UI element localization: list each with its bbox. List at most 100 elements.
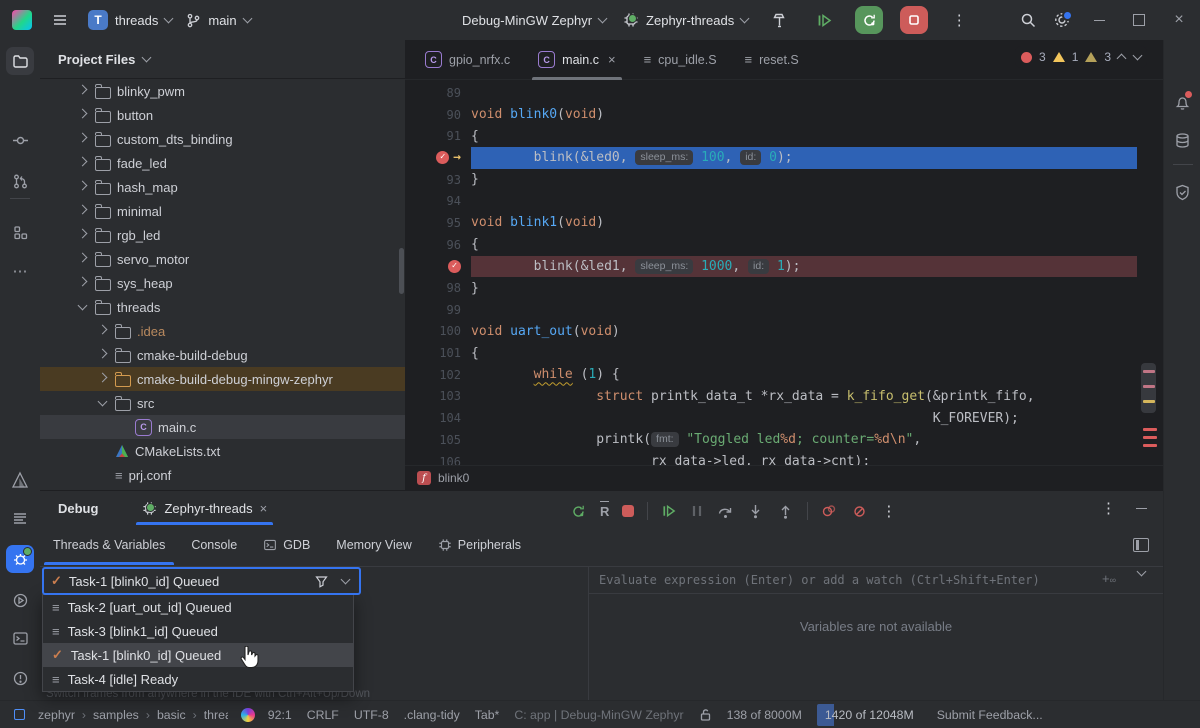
- close-tab-icon[interactable]: ×: [260, 501, 268, 516]
- tree-chevron-icon[interactable]: [75, 113, 89, 117]
- gutter[interactable]: 93: [405, 173, 471, 187]
- vcs-branch-widget[interactable]: main: [186, 13, 250, 28]
- gutter[interactable]: 100: [405, 324, 471, 338]
- gutter[interactable]: 90: [405, 108, 471, 122]
- tree-row[interactable]: .idea: [40, 319, 405, 343]
- logs-tool-button[interactable]: [6, 504, 34, 532]
- more-tools-button[interactable]: ⋯: [6, 257, 34, 285]
- rerun-debug-icon[interactable]: [570, 503, 587, 520]
- tree-row[interactable]: button: [40, 103, 405, 127]
- memory-indicator[interactable]: 1420 of 12048M: [817, 704, 922, 726]
- editor-tab[interactable]: ≡reset.S: [731, 40, 813, 80]
- heap-indicator[interactable]: 138 of 8000M: [727, 708, 802, 722]
- search-everywhere-button[interactable]: [1014, 6, 1042, 34]
- prev-problem-button[interactable]: [1117, 54, 1127, 64]
- tree-chevron-icon[interactable]: [75, 281, 89, 285]
- gutter[interactable]: 98: [405, 281, 471, 295]
- gutter[interactable]: 103: [405, 389, 471, 403]
- tree-chevron-icon[interactable]: [75, 305, 89, 309]
- editor-tab[interactable]: Cmain.c×: [524, 40, 629, 80]
- debug-tab-gdb[interactable]: GDB: [250, 525, 323, 565]
- more-debug-actions[interactable]: ⋮: [881, 502, 896, 520]
- thread-list-item[interactable]: ✓Task-1 [blink0_id] Queued: [43, 643, 353, 667]
- tree-row[interactable]: hash_map: [40, 175, 405, 199]
- layout-settings-button[interactable]: [1133, 538, 1149, 552]
- tree-row[interactable]: cmake-build-debug-mingw-zephyr: [40, 367, 405, 391]
- status-breadcrumb[interactable]: threads: [204, 708, 228, 722]
- thread-selector[interactable]: ✓ Task-1 [blink0_id] Queued: [42, 567, 361, 595]
- stop-debug-icon[interactable]: [622, 505, 634, 517]
- gutter[interactable]: 96: [405, 238, 471, 252]
- gutter[interactable]: 91: [405, 129, 471, 143]
- tree-row[interactable]: cmake-build-debug: [40, 343, 405, 367]
- debug-session-selector[interactable]: Zephyr-threads: [623, 12, 748, 28]
- tree-chevron-icon[interactable]: [75, 137, 89, 141]
- thread-list-item[interactable]: ≡Task-3 [blink1_id] Queued: [43, 619, 353, 643]
- settings-button[interactable]: [1048, 6, 1076, 34]
- debug-session-tab[interactable]: Zephyr-threads ×: [136, 491, 273, 525]
- stripe-mark[interactable]: [1143, 436, 1157, 439]
- gutter[interactable]: 99: [405, 303, 471, 317]
- file-encoding[interactable]: UTF-8: [354, 708, 389, 722]
- structure-tool-button[interactable]: [6, 218, 34, 246]
- gutter[interactable]: 102: [405, 368, 471, 382]
- main-menu-button[interactable]: [46, 6, 74, 34]
- tree-chevron-icon[interactable]: [95, 401, 109, 405]
- debug-tab-threads-variables[interactable]: Threads & Variables: [40, 525, 178, 565]
- gutter[interactable]: ✓→: [405, 150, 471, 165]
- tree-row[interactable]: rgb_led: [40, 223, 405, 247]
- resume-icon[interactable]: [661, 503, 677, 519]
- stripe-mark[interactable]: [1143, 400, 1155, 403]
- tree-chevron-icon[interactable]: [95, 377, 109, 381]
- problems-tool-button[interactable]: [6, 664, 34, 692]
- tree-row[interactable]: custom_dts_binding: [40, 127, 405, 151]
- tree-row[interactable]: minimal: [40, 199, 405, 223]
- project-tool-button[interactable]: [6, 47, 34, 75]
- maximize-button[interactable]: [1122, 0, 1156, 40]
- indent-style[interactable]: Tab*: [475, 708, 500, 722]
- tree-chevron-icon[interactable]: [75, 161, 89, 165]
- step-over-icon[interactable]: [717, 503, 734, 520]
- stripe-mark[interactable]: [1143, 444, 1157, 447]
- notifications-button[interactable]: [1168, 88, 1196, 116]
- debug-options-button[interactable]: ⋮: [1101, 499, 1116, 517]
- pause-icon[interactable]: [690, 504, 704, 518]
- line-separator[interactable]: CRLF: [307, 708, 339, 722]
- coverage-tool-button[interactable]: [1168, 178, 1196, 206]
- unlock-icon[interactable]: [699, 708, 712, 722]
- tree-chevron-icon[interactable]: [75, 257, 89, 261]
- caret-position[interactable]: 92:1: [268, 708, 292, 722]
- thread-list-item[interactable]: ≡Task-2 [uart_out_id] Queued: [43, 595, 353, 619]
- services-tool-button[interactable]: [6, 586, 34, 614]
- gutter[interactable]: 105: [405, 433, 471, 447]
- gutter[interactable]: 95: [405, 216, 471, 230]
- hide-panel-button[interactable]: [1136, 508, 1147, 509]
- gutter[interactable]: 89: [405, 86, 471, 100]
- tree-row[interactable]: blinky_pwm: [40, 79, 405, 103]
- tree-chevron-icon[interactable]: [95, 329, 109, 333]
- resolve-context[interactable]: C: app | Debug-MinGW Zephyr: [514, 708, 683, 722]
- debug-tab-peripherals[interactable]: Peripherals: [425, 525, 534, 565]
- submit-feedback[interactable]: Submit Feedback...: [937, 708, 1043, 722]
- add-watch-icon[interactable]: +∞: [1102, 571, 1116, 586]
- close-tab-icon[interactable]: ×: [608, 52, 616, 67]
- step-out-icon[interactable]: [777, 503, 794, 520]
- editor-tab[interactable]: ≡cpu_idle.S: [630, 40, 731, 80]
- cmake-tool-button[interactable]: [6, 466, 34, 494]
- minimize-button[interactable]: [1082, 0, 1116, 40]
- step-into-icon[interactable]: [747, 503, 764, 520]
- evaluate-expression-input[interactable]: Evaluate expression (Enter) or add a wat…: [589, 567, 1163, 594]
- tree-row[interactable]: sys_heap: [40, 271, 405, 295]
- tree-chevron-icon[interactable]: [75, 89, 89, 93]
- project-panel-header[interactable]: Project Files: [40, 40, 405, 79]
- gutter[interactable]: 104: [405, 411, 471, 425]
- database-tool-button[interactable]: [1168, 126, 1196, 154]
- breakpoint-icon[interactable]: ✓: [436, 151, 449, 164]
- pull-requests-tool-button[interactable]: [6, 167, 34, 195]
- project-widget[interactable]: T threads: [88, 10, 172, 30]
- stop-button[interactable]: [900, 6, 928, 34]
- stripe-mark[interactable]: [1143, 370, 1155, 373]
- mute-breakpoints-icon[interactable]: [851, 503, 868, 520]
- reset-mcu-button[interactable]: R: [600, 504, 609, 519]
- debug-tool-button[interactable]: [6, 545, 34, 573]
